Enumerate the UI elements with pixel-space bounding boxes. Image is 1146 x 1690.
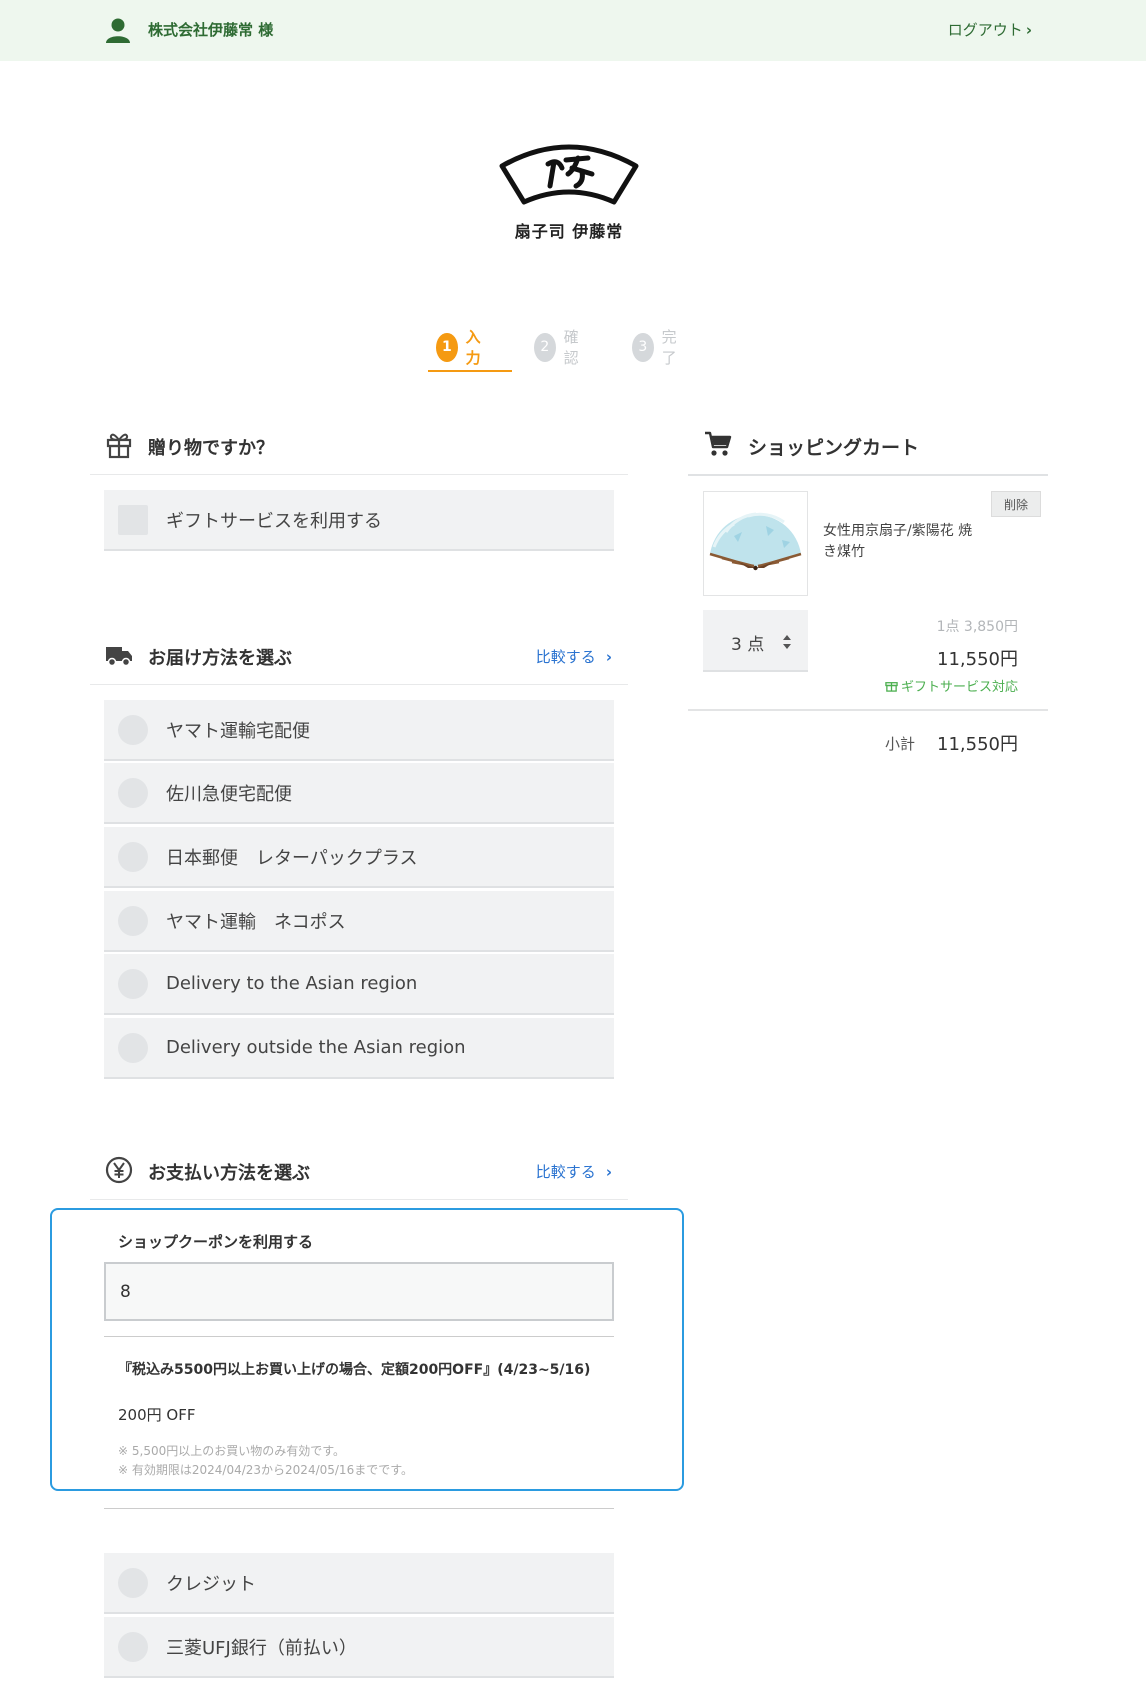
delivery-option[interactable]: ヤマト運輸宅配便 <box>104 700 614 761</box>
step-number: 2 <box>534 332 556 362</box>
radio-button[interactable] <box>118 777 148 808</box>
divider <box>104 1508 614 1509</box>
delivery-section-header: お届け方法を選ぶ 比較する › <box>90 623 628 685</box>
gift-service-badge: ギフトサービス対応 <box>885 676 1018 695</box>
delivery-compare-link[interactable]: 比較する › <box>536 646 612 667</box>
divider <box>104 1336 614 1337</box>
delivery-option-label: ヤマト運輸宅配便 <box>166 720 310 742</box>
logout-link[interactable]: ログアウト › <box>948 19 1032 40</box>
payment-option-label: クレジット <box>166 1573 256 1595</box>
step-confirm: 2 確認 <box>534 328 586 367</box>
delete-item-button[interactable]: 削除 <box>991 491 1041 517</box>
radio-button[interactable] <box>118 1032 148 1063</box>
delivery-option[interactable]: 日本郵便 レターパックプラス <box>104 827 614 888</box>
divider <box>688 709 1048 711</box>
delivery-option-label: ヤマト運輸 ネコポス <box>166 911 346 933</box>
quantity-value: 3 点 <box>731 635 765 655</box>
cart-title: ショッピングカート <box>748 437 920 459</box>
cart-icon <box>705 431 732 456</box>
truck-icon <box>106 647 132 667</box>
gift-section-header: 贈り物ですか？ <box>90 413 628 475</box>
step-number: 1 <box>436 332 458 362</box>
folding-fan-image <box>709 512 802 571</box>
step-label: 入力 <box>465 328 481 367</box>
delivery-option[interactable]: 佐川急便宅配便 <box>104 763 614 824</box>
delivery-option[interactable]: Delivery outside the Asian region <box>104 1018 614 1079</box>
updown-arrows-icon <box>783 635 791 649</box>
step-input: 1 入力 <box>436 328 488 367</box>
active-step-underline <box>428 370 512 372</box>
payment-compare-link[interactable]: 比較する › <box>536 1161 612 1182</box>
radio-button[interactable] <box>118 968 148 999</box>
radio-button[interactable] <box>118 905 148 936</box>
delivery-option[interactable]: Delivery to the Asian region <box>104 954 614 1015</box>
gift-service-label: ギフトサービスを利用する <box>166 510 382 532</box>
delivery-section-title: お届け方法を選ぶ <box>148 648 292 669</box>
payment-section-header: お支払い方法を選ぶ 比較する › <box>90 1138 628 1200</box>
step-number: 3 <box>632 332 654 362</box>
gift-icon <box>106 433 132 459</box>
yen-icon <box>105 1156 133 1184</box>
gift-icon <box>885 682 898 692</box>
brand-name: 扇子司 伊藤常 <box>514 222 624 241</box>
radio-button[interactable] <box>118 714 148 745</box>
logout-label: ログアウト <box>947 21 1023 39</box>
delivery-option-label: Delivery to the Asian region <box>166 973 418 994</box>
radio-button[interactable] <box>118 1567 148 1598</box>
gift-service-badge-label: ギフトサービス対応 <box>900 680 1018 695</box>
subtotal-label: 小計 <box>885 735 916 753</box>
top-bar: 株式会社伊藤常 様 ログアウト › <box>0 0 1146 61</box>
coupon-name: 『税込み5500円以上お買い上げの場合、定額200円OFF』(4/23~5/16… <box>118 1362 591 1378</box>
product-name[interactable]: 女性用京扇子/紫陽花 焼き煤竹 <box>823 521 983 563</box>
company-name: 株式会社伊藤常 様 <box>148 21 274 39</box>
coupon-note: ※ 5,500円以上のお買い物のみ有効です。 <box>118 1444 346 1458</box>
coupon-note: ※ 有効期限は2024/04/23から2024/05/16までです。 <box>118 1463 413 1477</box>
gift-service-checkbox[interactable] <box>118 504 148 535</box>
coupon-discount: 200円 OFF <box>118 1406 196 1424</box>
payment-option-label: 三菱UFJ銀行（前払い） <box>166 1637 357 1659</box>
user-icon <box>106 18 130 43</box>
gift-section-title: 贈り物ですか？ <box>148 438 274 459</box>
delivery-option-label: 日本郵便 レターパックプラス <box>166 847 418 869</box>
chevron-right-icon: › <box>605 648 612 666</box>
delivery-option-label: Delivery outside the Asian region <box>166 1037 466 1058</box>
chevron-right-icon: › <box>1025 21 1032 39</box>
step-label: 確認 <box>563 328 579 367</box>
compare-label: 比較する <box>535 1163 596 1181</box>
coupon-code-input[interactable] <box>104 1262 614 1321</box>
radio-button[interactable] <box>118 841 148 872</box>
step-label: 完了 <box>661 328 677 367</box>
quantity-selector[interactable]: 3 点 <box>703 610 808 672</box>
payment-section-title: お支払い方法を選ぶ <box>148 1163 310 1184</box>
payment-option[interactable]: クレジット <box>104 1553 614 1614</box>
step-complete: 3 完了 <box>632 328 684 367</box>
subtotal-value: 11,550円 <box>937 734 1018 755</box>
product-thumbnail[interactable] <box>703 491 808 596</box>
line-total: 11,550円 <box>937 649 1018 670</box>
compare-label: 比較する <box>535 648 596 666</box>
cart-header: ショッピングカート <box>688 413 1048 476</box>
chevron-right-icon: › <box>605 1163 612 1181</box>
radio-button[interactable] <box>118 1631 148 1662</box>
payment-option[interactable]: 三菱UFJ銀行（前払い） <box>104 1617 614 1678</box>
unit-price: 1点 3,850円 <box>936 619 1018 635</box>
gift-service-option[interactable]: ギフトサービスを利用する <box>104 490 614 551</box>
delivery-option[interactable]: ヤマト運輸 ネコポス <box>104 891 614 952</box>
coupon-title: ショップクーポンを利用する <box>118 1233 314 1251</box>
delivery-option-label: 佐川急便宅配便 <box>166 783 292 805</box>
